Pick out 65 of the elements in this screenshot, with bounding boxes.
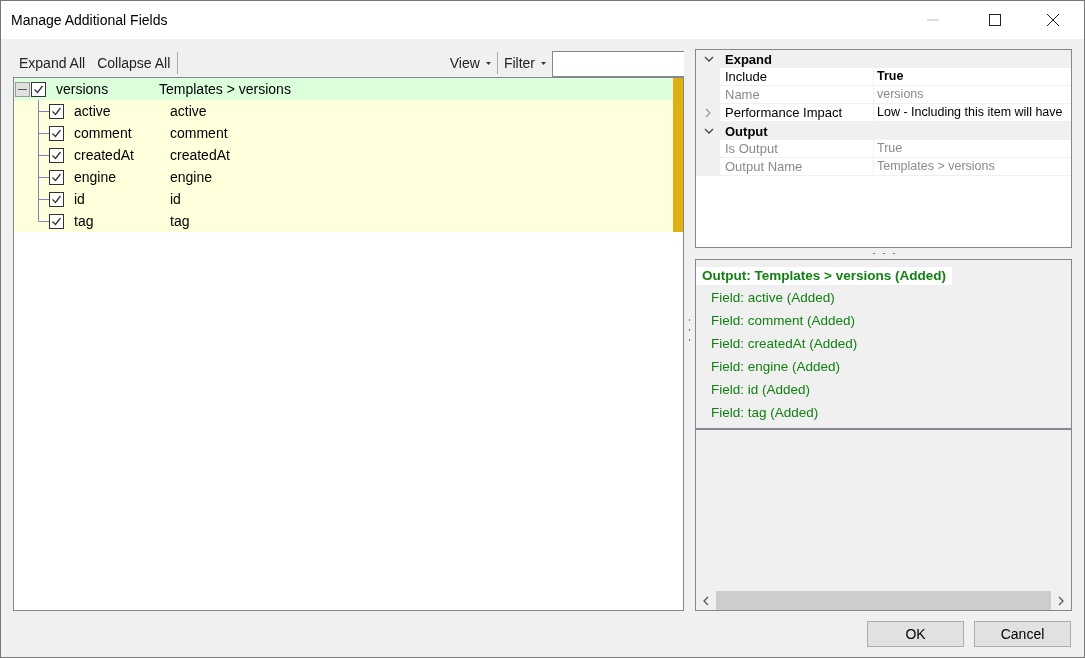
checkbox[interactable] [49,191,64,207]
property-name: Is Output [720,140,874,157]
tree-item-name: engine [74,167,118,187]
checkbox[interactable] [49,213,64,229]
checkbox[interactable] [49,169,64,185]
close-icon[interactable] [1047,14,1059,26]
tree-line-icon [37,144,49,166]
tree-item-name: id [74,189,86,209]
property-name: Include [720,68,874,85]
tree-row[interactable]: engine engine [14,166,673,188]
category-label: Expand [725,52,772,66]
checkbox[interactable] [31,81,46,97]
tree-item-output: engine [170,167,213,187]
category-row[interactable]: Output [696,122,1071,140]
tree-line-icon [37,166,49,188]
chevron-icon [704,126,714,136]
category-row[interactable]: Expand [696,50,1071,68]
maximize-icon[interactable] [989,14,1001,26]
log-entry: Field: engine (Added) [710,358,841,377]
tree-item-output: Templates > versions [159,79,291,99]
tree-row[interactable]: tag tag [14,210,673,232]
property-name: Performance Impact [720,104,874,121]
toolbar-button[interactable]: Expand All [13,51,92,75]
property-value[interactable]: True [874,68,1071,85]
log-header: Output: Templates > versions (Added) [696,267,952,285]
tree-row[interactable]: id id [14,188,673,210]
tree-item-output: id [170,189,181,209]
dialog-button[interactable]: Cancel [974,621,1071,647]
collapse-icon[interactable] [15,81,30,97]
dialog-button[interactable]: OK [867,621,964,647]
property-value[interactable]: Low - Including this item will have [874,104,1071,121]
tree-item-output: comment [170,123,228,143]
caret-icon [485,61,491,65]
tree-line-icon [37,122,49,144]
checkbox[interactable] [49,125,64,141]
property-name: Output Name [720,158,874,175]
log-entry: Field: active (Added) [710,289,835,308]
dropdown-button[interactable]: View [443,51,497,75]
tree-row[interactable]: active active [14,100,673,122]
tree-line-icon [37,100,49,122]
checkbox[interactable] [49,103,64,119]
caret-icon [541,61,546,65]
tree-item-output: tag [170,211,190,231]
toolbar-button[interactable]: Collapse All [91,51,177,75]
filter-field[interactable] [552,51,684,77]
tree-item-name: tag [74,211,95,231]
tree-item-name: comment [74,123,133,143]
tree-item-output: createdAt [170,145,230,165]
tree-item-name: createdAt [74,145,135,165]
log-entry: Field: comment (Added) [710,312,856,331]
tree-item-name: versions [56,79,110,99]
property-name: Name [720,86,874,103]
tree-row[interactable]: createdAt createdAt [14,144,673,166]
log-entry: Field: tag (Added) [710,404,819,423]
chevron-icon [704,54,714,64]
category-label: Output [725,124,768,138]
checkbox[interactable] [49,147,64,163]
log-entry: Field: createdAt (Added) [710,335,858,354]
tree-row[interactable]: comment comment [14,122,673,144]
tree-item-output: active [170,101,207,121]
dropdown-button[interactable]: Filter [497,51,552,75]
log-entry: Field: id (Added) [710,381,811,400]
window-title: Manage Additional Fields [11,10,169,30]
tree-row[interactable]: versions Templates > versions [14,78,673,100]
tree-item-name: active [74,101,112,121]
